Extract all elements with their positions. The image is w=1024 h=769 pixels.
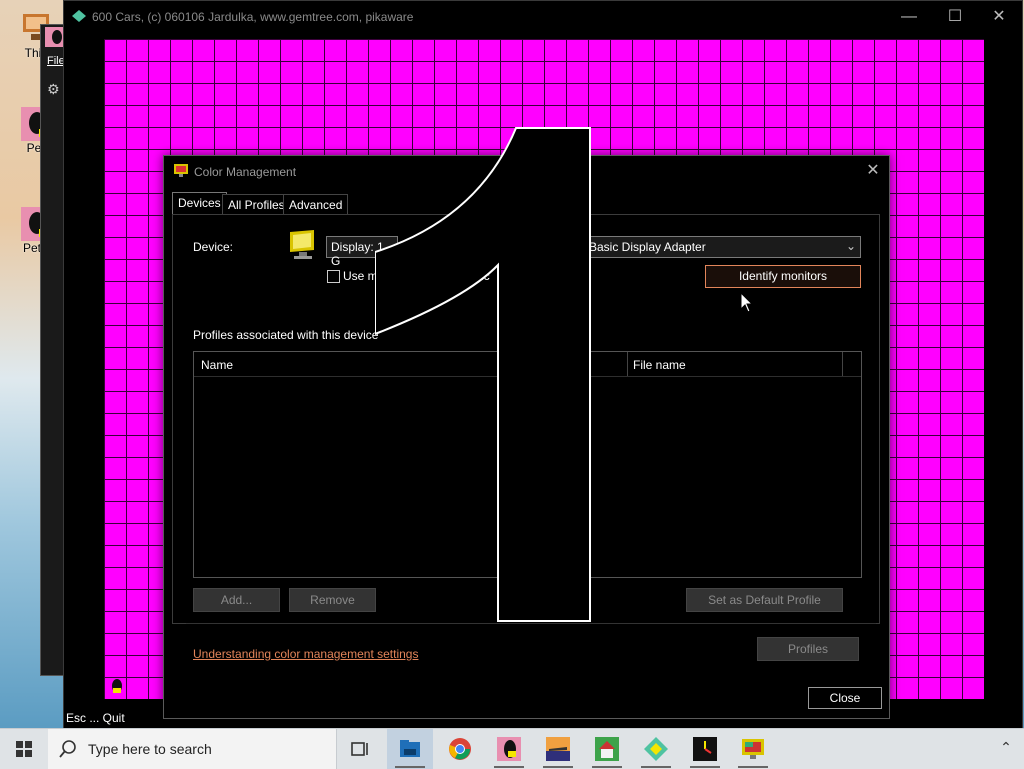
tab-devices[interactable]: Devices — [172, 192, 227, 215]
identify-monitor-number: 1 — [374, 127, 595, 623]
taskbar-petr-game[interactable] — [486, 729, 532, 769]
taskbar-cars-game[interactable] — [633, 729, 679, 769]
task-view-icon — [351, 742, 368, 756]
maximize-button[interactable]: ☐ — [932, 1, 978, 33]
show-hidden-icons-chevron-up-icon[interactable]: ⌃ — [996, 739, 1016, 759]
taskbar-color-management[interactable] — [730, 729, 776, 769]
chrome-icon — [449, 738, 471, 760]
remove-button[interactable]: Remove — [289, 588, 376, 612]
column-divider — [842, 352, 843, 376]
dialog-title: Color Management — [194, 165, 297, 179]
game-window-title: 600 Cars, (c) 060106 Jardulka, www.gemtr… — [92, 10, 414, 24]
search-icon — [59, 740, 76, 758]
device-label: Device: — [193, 240, 234, 254]
windows-logo-icon — [16, 741, 32, 757]
profiles-label: Profiles associated with this device — [193, 328, 379, 342]
device-select-dropdown[interactable]: Basic Display Adapter ⌄ — [582, 236, 861, 258]
minimize-button[interactable]: — — [886, 1, 932, 33]
close-button[interactable]: ✕ — [976, 1, 1022, 33]
tab-all-profiles[interactable]: All Profiles — [222, 194, 291, 215]
identify-monitors-button[interactable]: Identify monitors — [705, 265, 861, 288]
taskbar-house-game[interactable] — [584, 729, 630, 769]
toolbar-icon[interactable]: ⚙ — [47, 81, 60, 98]
dialog-close-icon[interactable]: ✕ — [862, 160, 884, 182]
device-select-adapter: Basic Display Adapter — [589, 240, 706, 254]
taskbar-file-explorer[interactable] — [387, 729, 433, 769]
add-button[interactable]: Add... — [193, 588, 280, 612]
mouse-cursor-icon — [740, 291, 754, 314]
search-placeholder: Type here to search — [88, 741, 212, 757]
game-title-bar[interactable]: 600 Cars, (c) 060106 Jardulka, www.gemtr… — [64, 1, 1022, 33]
use-my-settings-label: Use m — [343, 269, 378, 283]
column-file-name[interactable]: File name — [633, 358, 686, 372]
taskbar: Type here to search ⌃ — [0, 728, 1024, 769]
cars-game-icon — [644, 737, 668, 761]
clock-app-icon — [693, 737, 717, 761]
status-text: Esc ... Quit — [66, 711, 125, 725]
plane-game-icon — [546, 737, 570, 761]
taskbar-clock-app[interactable] — [682, 729, 728, 769]
color-management-help-link[interactable]: Understanding color management settings — [193, 647, 418, 661]
start-button[interactable] — [0, 729, 48, 769]
taskbar-chrome[interactable] — [437, 729, 483, 769]
tab-advanced[interactable]: Advanced — [283, 194, 349, 215]
house-game-icon — [595, 737, 619, 761]
chevron-down-icon: ⌄ — [845, 239, 856, 253]
divider — [186, 623, 876, 624]
use-my-settings-checkbox[interactable] — [327, 270, 340, 283]
monitor-icon — [288, 228, 318, 262]
taskbar-plane-game[interactable] — [535, 729, 581, 769]
set-default-profile-button[interactable]: Set as Default Profile — [686, 588, 843, 612]
taskbar-search-box[interactable]: Type here to search — [48, 729, 337, 769]
column-divider — [627, 352, 628, 376]
file-explorer-icon — [400, 740, 420, 757]
color-management-icon — [174, 164, 188, 177]
petr-app-icon — [45, 27, 65, 47]
task-view-button[interactable] — [337, 729, 383, 769]
color-management-icon — [742, 739, 764, 759]
player-sprite-icon — [110, 677, 124, 695]
profiles-button[interactable]: Profiles — [757, 637, 859, 661]
column-name[interactable]: Name — [201, 358, 233, 372]
petr-game-icon — [497, 737, 521, 761]
close-dialog-button[interactable]: Close — [808, 687, 882, 709]
game-window-icon — [72, 10, 86, 22]
